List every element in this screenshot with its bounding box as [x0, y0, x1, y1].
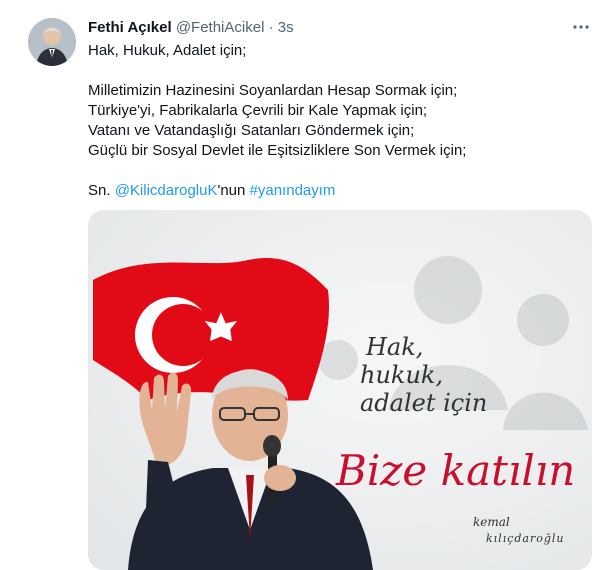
avatar[interactable]: [28, 18, 76, 66]
mention-link[interactable]: @KilicdarogluK: [115, 182, 218, 199]
author-name[interactable]: Fethi Açıkel: [88, 19, 172, 36]
more-options-button[interactable]: [570, 16, 592, 38]
timestamp[interactable]: 3s: [278, 19, 294, 36]
tweet-line: Vatanı ve Vatandaşlığı Satanları Gönderm…: [88, 122, 415, 139]
more-horizontal-icon: [573, 25, 589, 29]
hashtag-link[interactable]: #yanındayım: [250, 182, 336, 199]
avatar-image: [28, 18, 76, 66]
tweet[interactable]: Fethi Açıkel @FethiAcikel · 3s Hak, Huku…: [0, 0, 596, 570]
tweet-header: Fethi Açıkel @FethiAcikel · 3s: [88, 18, 294, 38]
tweet-line: Hak, Hukuk, Adalet için;: [88, 42, 247, 59]
signature-line-2: kılıçdaroğlu: [486, 532, 565, 545]
poster-artwork: [88, 210, 592, 570]
tweet-line: Türkiye'yi, Fabrikalarla Çevrili bir Kal…: [88, 102, 428, 119]
poster-line-3: adalet için: [360, 389, 488, 417]
poster-line-1: Hak,: [366, 333, 424, 361]
poster-line-2: hukuk,: [360, 361, 444, 389]
suffix-text: 'nun: [217, 182, 250, 199]
prefix-text: Sn.: [88, 182, 115, 199]
tweet-media-image[interactable]: Hak, hukuk, adalet için Bize katılın kem…: [88, 210, 592, 570]
separator: ·: [268, 19, 274, 36]
poster-headline: Bize katılın: [336, 446, 576, 495]
tweet-line-final: Sn. @KilicdarogluK'nun #yanındayım: [88, 181, 588, 201]
tweet-text: Hak, Hukuk, Adalet için; Milletimizin Ha…: [88, 41, 588, 201]
author-handle[interactable]: @FethiAcikel: [176, 19, 265, 36]
signature-line-1: kemal: [473, 515, 510, 529]
tweet-line: Güçlü bir Sosyal Devlet ile Eşitsizlikle…: [88, 142, 467, 159]
tweet-line: Milletimizin Hazinesini Soyanlardan Hesa…: [88, 82, 458, 99]
